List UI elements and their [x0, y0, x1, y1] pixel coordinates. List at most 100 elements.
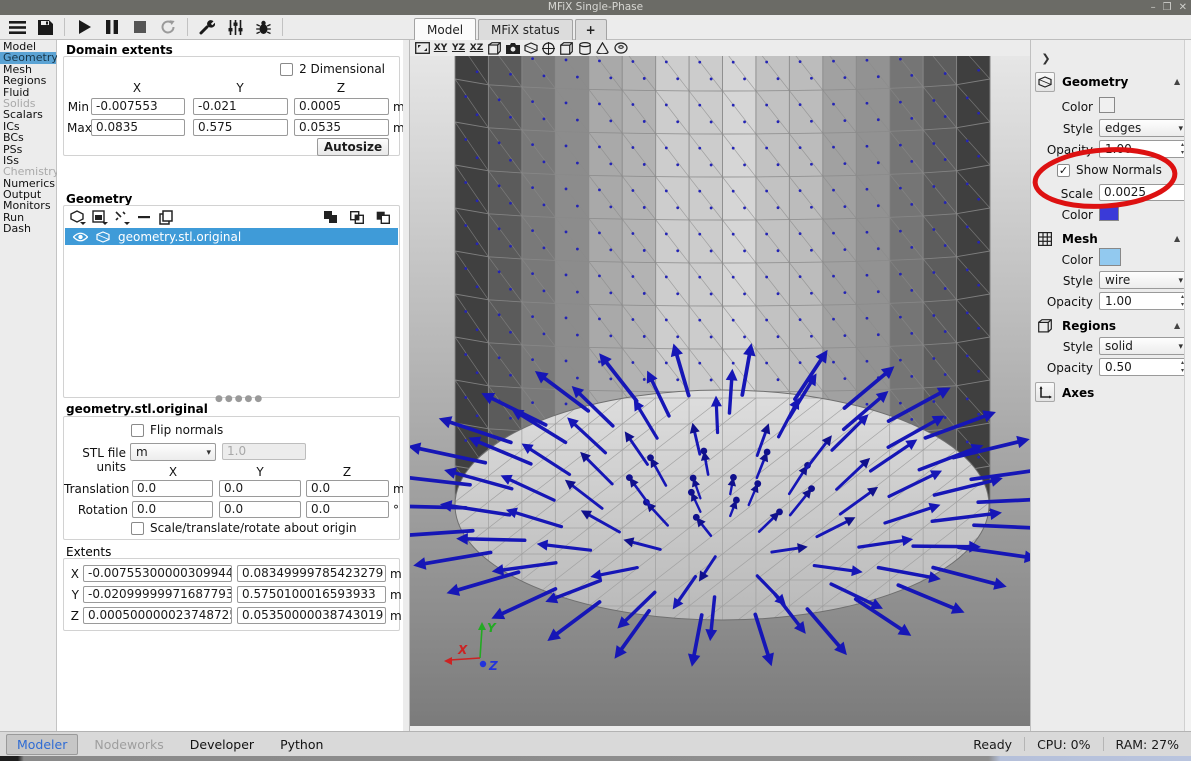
extents-ymax-field[interactable]: 0.5750100016593933 [237, 586, 386, 603]
mesh-opacity-spinbox[interactable]: 1.00 [1099, 292, 1188, 310]
flip-normals-checkbox[interactable]: Flip normals [131, 423, 223, 437]
menu-button[interactable] [3, 16, 31, 38]
stl-units-combobox[interactable]: m [130, 443, 216, 461]
mesh-grid-icon[interactable] [1035, 229, 1055, 249]
add-geometry-icon[interactable] [69, 209, 86, 225]
panel-splitter[interactable] [403, 40, 410, 731]
screenshot-camera-icon[interactable] [505, 41, 520, 56]
window-bottom-edge [0, 756, 1191, 761]
splitter-handle[interactable]: ●●●●● [215, 394, 264, 404]
tab-mfix-status[interactable]: MFiX status [478, 19, 573, 40]
normals-color-swatch[interactable] [1099, 204, 1119, 221]
toolbar-separator [282, 18, 283, 36]
regions-opacity-spinbox[interactable]: 0.50 [1099, 358, 1188, 376]
reset-view-icon[interactable] [415, 41, 430, 56]
panel-scrollbar[interactable] [1184, 40, 1191, 731]
zmin-field[interactable]: 0.0005 [294, 98, 389, 115]
stop-button[interactable] [126, 16, 154, 38]
tab-new[interactable]: + [575, 19, 607, 40]
boolean-difference-icon[interactable] [374, 209, 391, 225]
tab-model[interactable]: Model [414, 18, 476, 40]
extents-ymin-field[interactable]: -0.020999999716877937 [83, 586, 232, 603]
geometry-task-pane: Domain extents 2 Dimensional X Y Z Min -… [57, 40, 403, 731]
geometry-section-title: Geometry [66, 192, 132, 206]
translation-x-field[interactable]: 0.0 [132, 480, 213, 497]
mode-button-nodeworks: Nodeworks [84, 735, 173, 754]
extents-zmin-field[interactable]: 0.0005000000237487257 [83, 607, 232, 624]
regions-box-icon[interactable] [1035, 316, 1055, 336]
extents-xmin-field[interactable]: -0.0075530000030994415 [83, 565, 232, 582]
toggle-cone-icon[interactable] [595, 41, 610, 56]
viewport-3d: XY YZ XZ XYZ [410, 40, 1030, 731]
collapse-arrow-icon[interactable]: ▲ [1174, 234, 1180, 243]
rotation-z-field[interactable]: 0.0 [306, 501, 389, 518]
collapse-panel-icon[interactable]: ❯ [1038, 50, 1054, 66]
boolean-intersect-icon[interactable] [348, 209, 365, 225]
maximize-button[interactable]: ❒ [1163, 0, 1172, 15]
reset-icon[interactable] [154, 16, 182, 38]
toggle-sphere-icon[interactable] [541, 41, 556, 56]
geometry-color-swatch[interactable] [1099, 97, 1115, 113]
settings-sliders-icon[interactable] [221, 16, 249, 38]
two-dimensional-checkbox[interactable]: 2 Dimensional [280, 62, 385, 76]
regions-style-combobox[interactable]: solid [1099, 337, 1188, 355]
xmax-field[interactable]: 0.0835 [91, 119, 185, 136]
ymin-field[interactable]: -0.021 [193, 98, 288, 115]
remove-geometry-icon[interactable] [135, 209, 152, 225]
toggle-torus-icon[interactable] [613, 41, 628, 56]
view-yz-icon[interactable]: YZ [451, 41, 466, 56]
mesh-color-label: Color [1031, 253, 1093, 267]
extents-zmax-field[interactable]: 0.05350000038743019 [237, 607, 386, 624]
save-icon[interactable] [31, 16, 59, 38]
zmax-field[interactable]: 0.0535 [294, 119, 389, 136]
translation-y-field[interactable]: 0.0 [219, 480, 301, 497]
perspective-icon[interactable] [487, 41, 502, 56]
ymax-field[interactable]: 0.575 [193, 119, 288, 136]
column-header-x: X [133, 81, 141, 95]
visibility-eye-icon[interactable] [73, 232, 88, 242]
toggle-box-icon[interactable] [559, 41, 574, 56]
collapse-arrow-icon[interactable]: ▲ [1174, 77, 1180, 86]
run-button[interactable] [70, 16, 98, 38]
sidebar-item-bcs[interactable]: BCs [0, 132, 56, 143]
rotation-x-field[interactable]: 0.0 [132, 501, 213, 518]
debug-bug-icon[interactable] [249, 16, 277, 38]
close-button[interactable]: ✕ [1179, 0, 1187, 15]
add-procedural-icon[interactable] [113, 209, 130, 225]
show-normals-checkbox[interactable]: ✓ Show Normals [1057, 163, 1162, 177]
about-origin-checkbox[interactable]: Scale/translate/rotate about origin [131, 521, 357, 535]
mode-button-modeler[interactable]: Modeler [6, 734, 78, 755]
copy-geometry-icon[interactable] [157, 209, 174, 225]
autosize-button[interactable]: Autosize [317, 138, 389, 156]
normals-scale-field[interactable]: 0.0025 [1099, 184, 1188, 201]
view-xz-icon[interactable]: XZ [469, 41, 484, 56]
geometry-style-label: Style [1031, 122, 1093, 136]
sidebar-item-regions[interactable]: Regions [0, 75, 56, 86]
mesh-style-combobox[interactable]: wire [1099, 271, 1188, 289]
checkbox-box [131, 522, 144, 535]
xmin-field[interactable]: -0.007553 [91, 98, 185, 115]
geometry-list-item[interactable]: geometry.stl.original [65, 228, 398, 245]
extents-xmax-field[interactable]: 0.08349999785423279 [237, 565, 386, 582]
geometry-opacity-spinbox[interactable]: 1.00 [1099, 140, 1188, 158]
minimize-button[interactable]: – [1151, 0, 1156, 15]
mode-button-python[interactable]: Python [270, 735, 333, 754]
boolean-union-icon[interactable] [322, 209, 339, 225]
toggle-geometry-icon[interactable] [523, 41, 538, 56]
render-canvas[interactable]: XYZ [410, 56, 1030, 726]
toggle-cylinder-icon[interactable] [577, 41, 592, 56]
add-primitive-icon[interactable] [91, 209, 108, 225]
build-wrench-icon[interactable] [193, 16, 221, 38]
pause-button[interactable] [98, 16, 126, 38]
geometry-style-combobox[interactable]: edges [1099, 119, 1188, 137]
sidebar-item-dash[interactable]: Dash [0, 223, 56, 234]
rotation-unit: ° [393, 503, 399, 517]
geometry-visibility-icon[interactable] [1035, 72, 1055, 92]
view-xy-icon[interactable]: XY [433, 41, 448, 56]
axes-icon[interactable] [1035, 382, 1055, 402]
translation-z-field[interactable]: 0.0 [306, 480, 389, 497]
collapse-arrow-icon[interactable]: ▲ [1174, 321, 1180, 330]
mesh-color-swatch[interactable] [1099, 248, 1121, 266]
mode-button-developer[interactable]: Developer [180, 735, 264, 754]
rotation-y-field[interactable]: 0.0 [219, 501, 301, 518]
